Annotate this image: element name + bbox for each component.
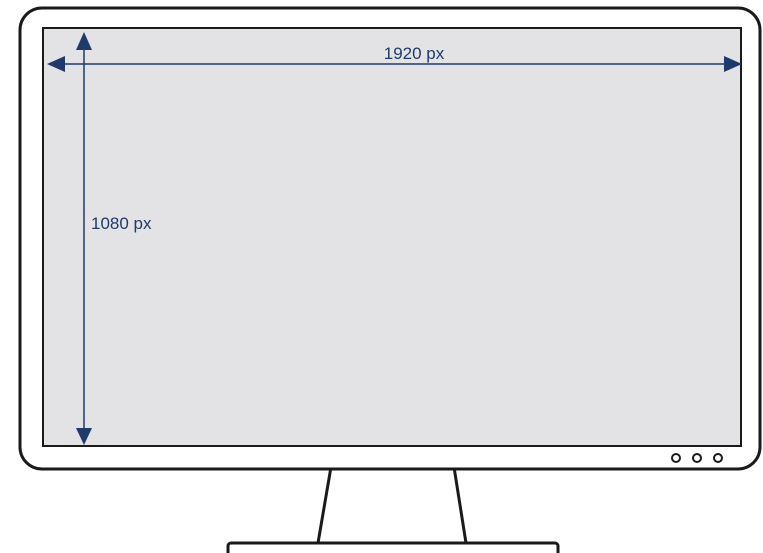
monitor-diagram: 1920 px 1080 px bbox=[18, 6, 762, 553]
monitor-stand-base bbox=[226, 541, 560, 553]
height-label: 1080 px bbox=[91, 214, 152, 233]
monitor-screen bbox=[42, 27, 742, 447]
monitor-stand-neck bbox=[316, 465, 468, 545]
width-label: 1920 px bbox=[384, 44, 445, 63]
